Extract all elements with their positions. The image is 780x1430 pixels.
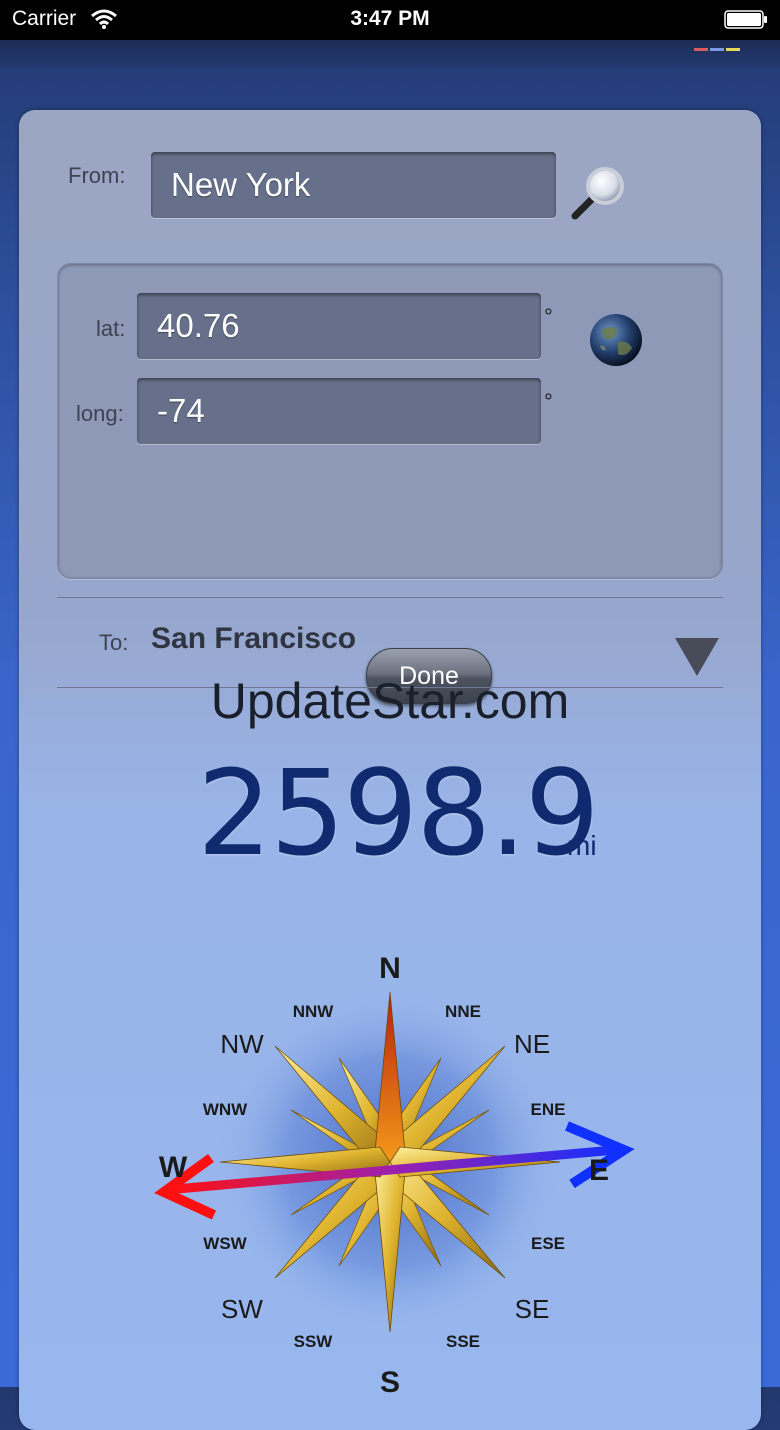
- status-time: 3:47 PM: [350, 7, 430, 30]
- from-input[interactable]: New York: [151, 152, 556, 218]
- long-degree-symbol: °: [544, 389, 553, 414]
- compass-label-wnw: WNW: [203, 1100, 248, 1119]
- compass-label-n: N: [379, 952, 401, 985]
- distance-unit: mi: [567, 830, 597, 861]
- compass-label-ese: ESE: [531, 1234, 565, 1253]
- longitude-input[interactable]: -74: [137, 378, 541, 444]
- compass-label-e: E: [589, 1154, 609, 1187]
- long-label: long:: [76, 401, 124, 426]
- battery-icon: [724, 10, 767, 29]
- compass-label-ne: NE: [514, 1029, 550, 1059]
- compass-label-w: W: [159, 1151, 188, 1184]
- flags-icon[interactable]: [694, 38, 742, 56]
- compass-label-sw: SW: [221, 1294, 263, 1324]
- compass-label-wsw: WSW: [203, 1234, 247, 1253]
- compass-label-s: S: [380, 1366, 400, 1399]
- compass-rose: N S E W NE NW SE SW NNE NNW ENE WNW ESE …: [154, 952, 635, 1399]
- compass-label-ssw: SSW: [294, 1332, 334, 1351]
- compass-label-se: SE: [515, 1294, 550, 1324]
- distance-card: From: New York lat: 40.76 ° long: -74 °: [19, 110, 761, 1430]
- compass-label-nw: NW: [220, 1029, 264, 1059]
- search-icon[interactable]: [567, 164, 629, 224]
- compass-label-nne: NNE: [445, 1002, 481, 1021]
- compass-label-ene: ENE: [531, 1100, 566, 1119]
- to-label: To:: [99, 630, 129, 655]
- nav-strip: [0, 40, 780, 68]
- compass-label-nnw: NNW: [293, 1002, 335, 1021]
- compass-label-sse: SSE: [446, 1332, 480, 1351]
- distance-value: 2598.9: [197, 744, 600, 882]
- globe-icon[interactable]: [588, 312, 644, 368]
- to-destination[interactable]: San Francisco: [151, 622, 356, 656]
- lat-label: lat:: [96, 316, 126, 341]
- watermark-text: UpdateStar.com: [210, 673, 570, 729]
- coordinates-panel: lat: 40.76 ° long: -74 ° Done: [57, 263, 723, 704]
- from-label: From:: [68, 163, 126, 188]
- lat-degree-symbol: °: [544, 304, 553, 329]
- divider-top: [57, 597, 723, 598]
- status-bar: Carrier 3:47 PM: [0, 0, 780, 40]
- latitude-input[interactable]: 40.76: [137, 293, 541, 359]
